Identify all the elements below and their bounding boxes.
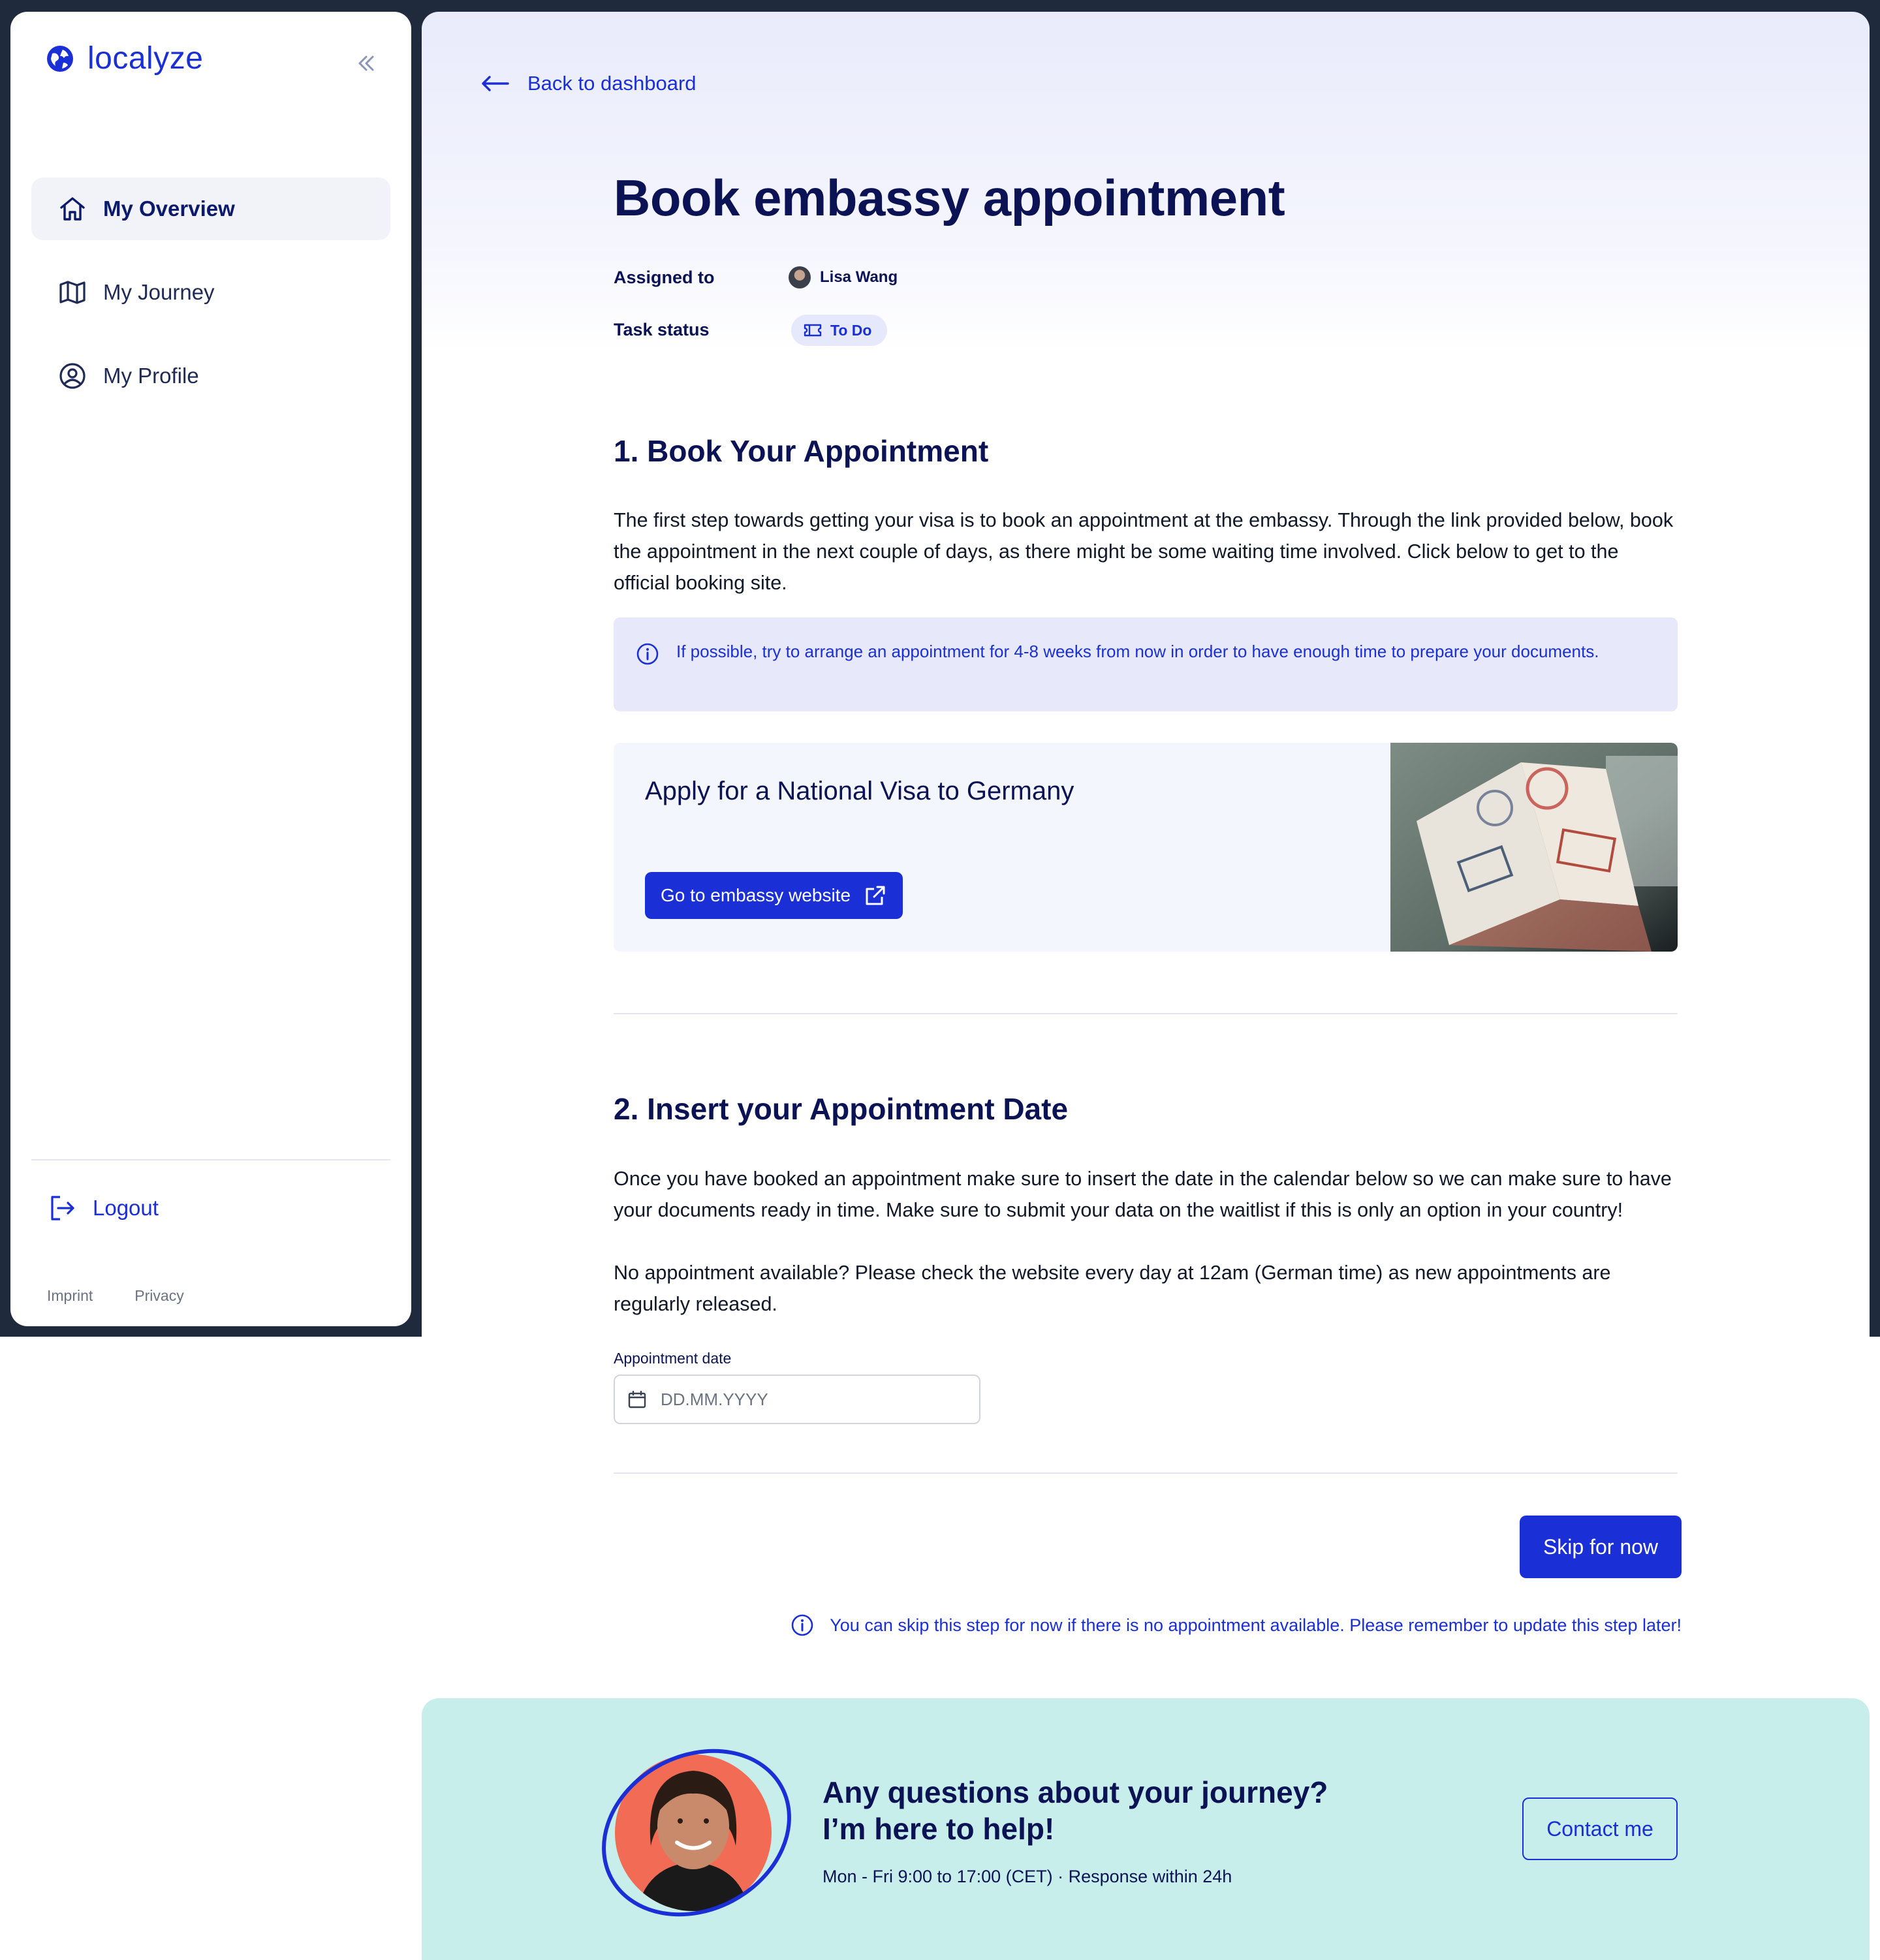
info-text: If possible, try to arrange an appointme… xyxy=(676,642,1599,661)
info-callout: If possible, try to arrange an appointme… xyxy=(614,617,1678,711)
imprint-link[interactable]: Imprint xyxy=(47,1287,93,1305)
sidebar-divider xyxy=(31,1159,390,1160)
user-circle-icon xyxy=(59,363,86,389)
brand-logo[interactable]: localyze xyxy=(46,40,203,76)
actions-divider xyxy=(614,1472,1678,1474)
section-2-heading: 2. Insert your Appointment Date xyxy=(614,1092,1069,1126)
section-1-heading: 1. Book Your Appointment xyxy=(614,434,989,468)
assigned-label: Assigned to xyxy=(614,268,715,287)
section-2-note: No appointment available? Please check t… xyxy=(614,1262,1611,1315)
back-to-dashboard-link[interactable]: Back to dashboard xyxy=(480,72,697,95)
main-content: Back to dashboard Book embassy appointme… xyxy=(422,12,1870,1709)
sidebar: localyze My Overview My Journey My Profi… xyxy=(10,12,411,1326)
appointment-date-field[interactable] xyxy=(614,1375,980,1424)
sidebar-item-profile[interactable]: My Profile xyxy=(31,345,390,407)
home-icon xyxy=(60,197,85,221)
skip-note: You can skip this step for now if there … xyxy=(791,1613,1682,1637)
advisor-photo xyxy=(589,1735,798,1924)
calendar-icon xyxy=(628,1390,646,1408)
sidebar-item-label: My Profile xyxy=(103,364,199,388)
status-value: To Do xyxy=(830,321,872,339)
help-hours: Mon - Fri 9:00 to 17:00 (CET) · Response… xyxy=(822,1867,1232,1886)
sidebar-item-overview[interactable]: My Overview xyxy=(31,178,390,240)
section-divider xyxy=(614,1013,1678,1014)
task-status-label: Task status xyxy=(614,320,710,339)
info-icon xyxy=(636,643,659,665)
avatar xyxy=(789,266,811,288)
map-icon xyxy=(59,281,86,304)
section-1-body: The first step towards getting your visa… xyxy=(614,509,1674,594)
sidebar-item-label: My Journey xyxy=(103,280,215,304)
passport-image xyxy=(1390,743,1678,952)
visa-card: Apply for a National Visa to Germany Go … xyxy=(614,743,1678,952)
sidebar-item-journey[interactable]: My Journey xyxy=(31,261,390,324)
help-banner: Any questions about your journey? I’m he… xyxy=(422,1698,1870,1960)
appointment-date-label: Appointment date xyxy=(614,1350,732,1367)
status-badge[interactable]: To Do xyxy=(791,315,888,346)
go-to-embassy-button[interactable]: Go to embassy website xyxy=(645,872,903,919)
info-icon xyxy=(791,1614,813,1636)
skip-note-text: You can skip this step for now if there … xyxy=(830,1615,1682,1635)
globe-icon xyxy=(46,44,74,73)
help-title: Any questions about your journey? I’m he… xyxy=(822,1774,1328,1847)
visa-card-title: Apply for a National Visa to Germany xyxy=(645,777,1074,805)
logout-button[interactable]: Logout xyxy=(47,1193,159,1223)
footer-links: Imprint Privacy xyxy=(47,1287,226,1305)
assignee-name: Lisa Wang xyxy=(820,268,898,286)
sidebar-item-label: My Overview xyxy=(103,196,235,221)
help-title-line-2: I’m here to help! xyxy=(822,1812,1055,1846)
arrow-left-icon xyxy=(482,76,509,91)
privacy-link[interactable]: Privacy xyxy=(134,1287,183,1305)
logout-label: Logout xyxy=(93,1196,159,1220)
appointment-date-input[interactable] xyxy=(661,1389,961,1410)
back-label: Back to dashboard xyxy=(527,72,697,95)
chevrons-left-icon xyxy=(358,55,374,71)
collapse-sidebar-button[interactable] xyxy=(347,44,385,82)
contact-me-button[interactable]: Contact me xyxy=(1522,1797,1678,1860)
ticket-icon xyxy=(804,324,822,337)
assignee[interactable]: Lisa Wang xyxy=(789,266,898,288)
logout-icon xyxy=(51,1196,74,1221)
help-title-line-1: Any questions about your journey? xyxy=(822,1775,1328,1809)
page-title: Book embassy appointment xyxy=(614,169,1285,226)
skip-for-now-button[interactable]: Skip for now xyxy=(1520,1516,1682,1578)
section-2-body: Once you have booked an appointment make… xyxy=(614,1168,1672,1221)
brand-name: localyze xyxy=(87,41,204,76)
embassy-button-label: Go to embassy website xyxy=(661,885,851,905)
external-link-icon xyxy=(866,886,885,905)
